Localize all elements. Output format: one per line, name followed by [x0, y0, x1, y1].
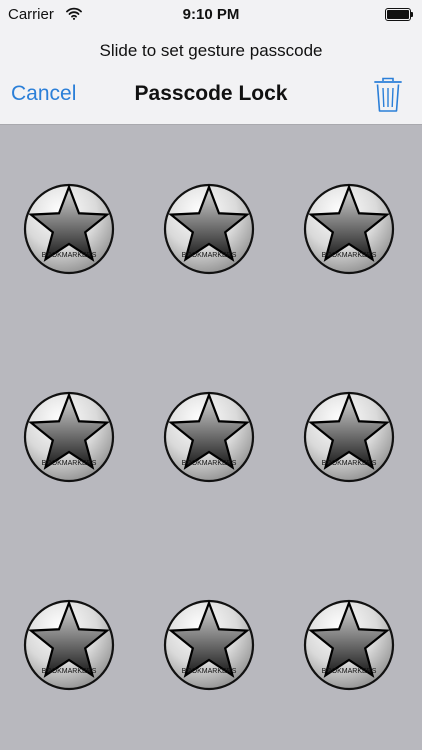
battery-tip — [411, 12, 413, 17]
node-label: BOOKMARKERS — [41, 252, 97, 259]
gesture-node[interactable]: BOOKMARKERS — [303, 391, 395, 483]
instruction-text: Slide to set gesture passcode — [99, 41, 323, 60]
header: Carrier 9:10 PM Slide to set gesture pas… — [0, 0, 422, 125]
star-icon — [23, 391, 115, 483]
gesture-node[interactable]: BOOKMARKERS — [163, 183, 255, 275]
gesture-node[interactable]: BOOKMARKERS — [303, 599, 395, 691]
node-label: BOOKMARKERS — [321, 460, 377, 467]
gesture-node[interactable]: BOOKMARKERS — [23, 183, 115, 275]
star-icon — [163, 391, 255, 483]
node-label: BOOKMARKERS — [321, 668, 377, 675]
battery-icon — [385, 8, 411, 21]
node-label: BOOKMARKERS — [181, 252, 237, 259]
star-icon — [163, 183, 255, 275]
clock: 9:10 PM — [182, 6, 240, 23]
star-icon — [163, 599, 255, 691]
node-label: BOOKMARKERS — [41, 668, 97, 675]
gesture-grid[interactable]: BOOKMARKERS BOOKMARKERS BOOKMARKERS BOOKMAR… — [0, 125, 422, 750]
star-icon — [303, 599, 395, 691]
star-icon — [23, 599, 115, 691]
gesture-node[interactable]: BOOKMARKERS — [163, 391, 255, 483]
star-icon — [303, 391, 395, 483]
gesture-node[interactable]: BOOKMARKERS — [163, 599, 255, 691]
trash-button[interactable] — [372, 76, 404, 114]
gesture-node[interactable]: BOOKMARKERS — [303, 183, 395, 275]
node-label: BOOKMARKERS — [41, 460, 97, 467]
node-label: BOOKMARKERS — [181, 460, 237, 467]
battery-level — [387, 10, 409, 19]
trash-icon — [372, 77, 404, 117]
star-icon — [303, 183, 395, 275]
node-label: BOOKMARKERS — [181, 668, 237, 675]
star-icon — [23, 183, 115, 275]
page-title: Passcode Lock — [134, 82, 288, 105]
status-bar: Carrier 9:10 PM — [0, 0, 422, 30]
node-label: BOOKMARKERS — [321, 252, 377, 259]
gesture-node[interactable]: BOOKMARKERS — [23, 391, 115, 483]
gesture-node[interactable]: BOOKMARKERS — [23, 599, 115, 691]
